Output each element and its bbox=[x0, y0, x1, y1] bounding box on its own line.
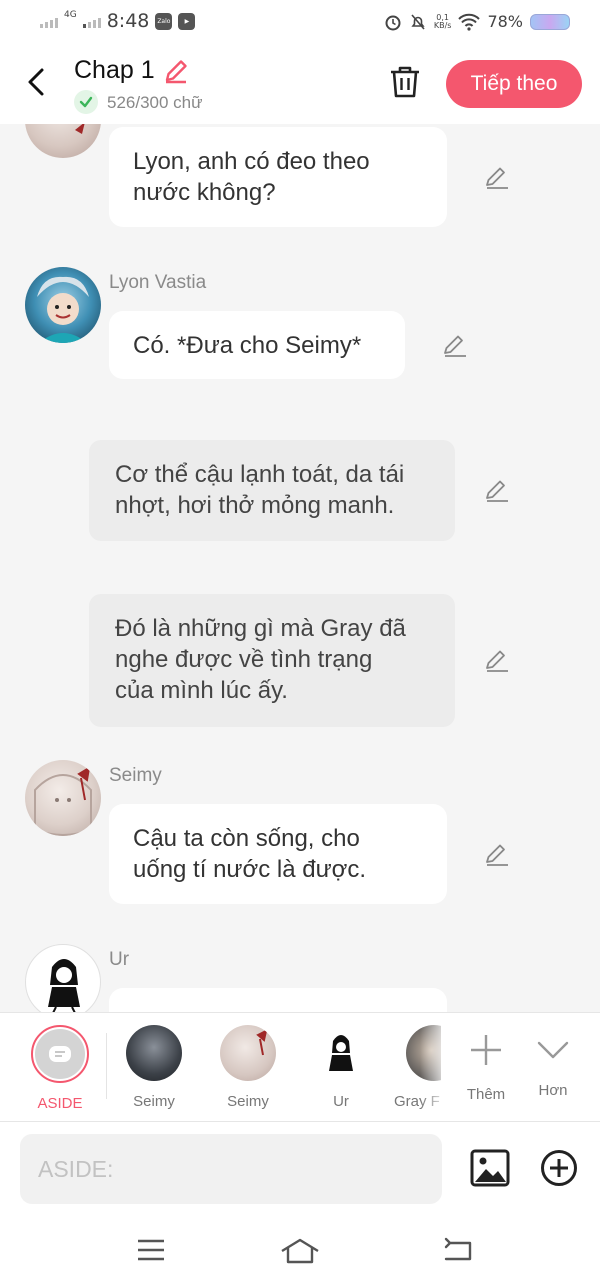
chat-list: Lyon, anh có đeo theo nước không? Lyon V… bbox=[0, 124, 600, 1012]
back-arrow-icon[interactable] bbox=[22, 64, 52, 100]
character-name: Lyon Vastia bbox=[109, 272, 207, 293]
network-speed: 0,1 KB/s bbox=[433, 12, 452, 30]
video-icon: ▶ bbox=[178, 12, 196, 30]
seimy-avatar[interactable] bbox=[25, 760, 101, 836]
network-type: 4G bbox=[64, 10, 77, 20]
character-seimy[interactable]: Seimy bbox=[208, 1025, 288, 1110]
status-bar: 4G 8:48 Zalo ▶ 0,1 KB/s 78% bbox=[0, 0, 600, 46]
word-count: 526/300 chữ bbox=[107, 93, 203, 112]
narration-bubble[interactable]: Đó là những gì mà Gray đã nghe được về t… bbox=[89, 594, 455, 727]
aside-icon bbox=[35, 1029, 85, 1079]
character-label: Seimy bbox=[227, 1093, 269, 1110]
expand-button[interactable]: Hơn bbox=[513, 1025, 593, 1099]
system-nav-bar bbox=[0, 1217, 600, 1287]
lyon-avatar[interactable] bbox=[25, 267, 101, 343]
battery-icon bbox=[530, 13, 570, 30]
character-seimy-dark[interactable]: Seimy bbox=[114, 1025, 194, 1110]
chevron-down-icon bbox=[537, 1041, 569, 1059]
trash-icon[interactable] bbox=[388, 64, 422, 100]
divider bbox=[106, 1033, 107, 1099]
edit-message-icon[interactable] bbox=[484, 165, 510, 191]
character-avatar bbox=[220, 1025, 276, 1081]
check-icon bbox=[74, 90, 98, 114]
message-bubble[interactable]: Có. *Đưa cho Seimy* bbox=[109, 311, 405, 379]
zalo-icon: Zalo bbox=[155, 12, 173, 30]
character-aside[interactable]: ASIDE bbox=[20, 1025, 100, 1112]
message-input[interactable] bbox=[20, 1134, 442, 1204]
signal-icon-2 bbox=[82, 14, 101, 28]
menu-icon[interactable] bbox=[136, 1237, 166, 1263]
message-bubble[interactable] bbox=[109, 988, 447, 1012]
signal-icon bbox=[40, 14, 58, 28]
edit-message-icon[interactable] bbox=[442, 333, 468, 359]
edit-message-icon[interactable] bbox=[484, 478, 510, 504]
narration-bubble[interactable]: Cơ thể cậu lạnh toát, da tái nhợt, hơi t… bbox=[89, 440, 455, 541]
character-avatar bbox=[126, 1025, 182, 1081]
mute-icon bbox=[411, 13, 425, 30]
image-icon[interactable] bbox=[470, 1149, 510, 1187]
alarm-icon bbox=[385, 15, 401, 30]
clock: 8:48 bbox=[106, 10, 150, 32]
character-ur[interactable]: Ur bbox=[301, 1025, 381, 1110]
message-bubble[interactable]: Cậu ta còn sống, cho uống tí nước là đượ… bbox=[109, 804, 447, 904]
seimy-avatar[interactable] bbox=[25, 124, 101, 158]
character-avatar bbox=[313, 1025, 369, 1081]
character-name: Seimy bbox=[109, 765, 162, 786]
ur-avatar[interactable] bbox=[25, 944, 101, 1012]
next-button[interactable]: Tiếp theo bbox=[446, 60, 582, 108]
character-selector: ASIDE Seimy Seimy Ur Gray F Thêm Hơn bbox=[0, 1012, 600, 1122]
app-header: Chap 1 526/300 chữ Tiếp theo bbox=[0, 46, 600, 124]
wifi-icon bbox=[458, 13, 481, 31]
message-bubble[interactable]: Lyon, anh có đeo theo nước không? bbox=[109, 127, 447, 227]
composer bbox=[0, 1122, 600, 1217]
back-nav-icon[interactable] bbox=[442, 1237, 474, 1265]
character-label: Ur bbox=[333, 1093, 349, 1110]
expand-label: Hơn bbox=[538, 1082, 568, 1099]
page-title: Chap 1 bbox=[74, 56, 155, 84]
edit-message-icon[interactable] bbox=[484, 842, 510, 868]
add-circle-icon[interactable] bbox=[540, 1149, 578, 1187]
home-icon[interactable] bbox=[280, 1237, 320, 1265]
plus-icon bbox=[471, 1035, 501, 1065]
character-label: ASIDE bbox=[37, 1095, 83, 1112]
edit-message-icon[interactable] bbox=[484, 648, 510, 674]
character-label: Seimy bbox=[133, 1093, 175, 1110]
battery-percent: 78% bbox=[487, 12, 523, 31]
character-name: Ur bbox=[109, 949, 130, 970]
edit-title-icon[interactable] bbox=[162, 57, 190, 85]
